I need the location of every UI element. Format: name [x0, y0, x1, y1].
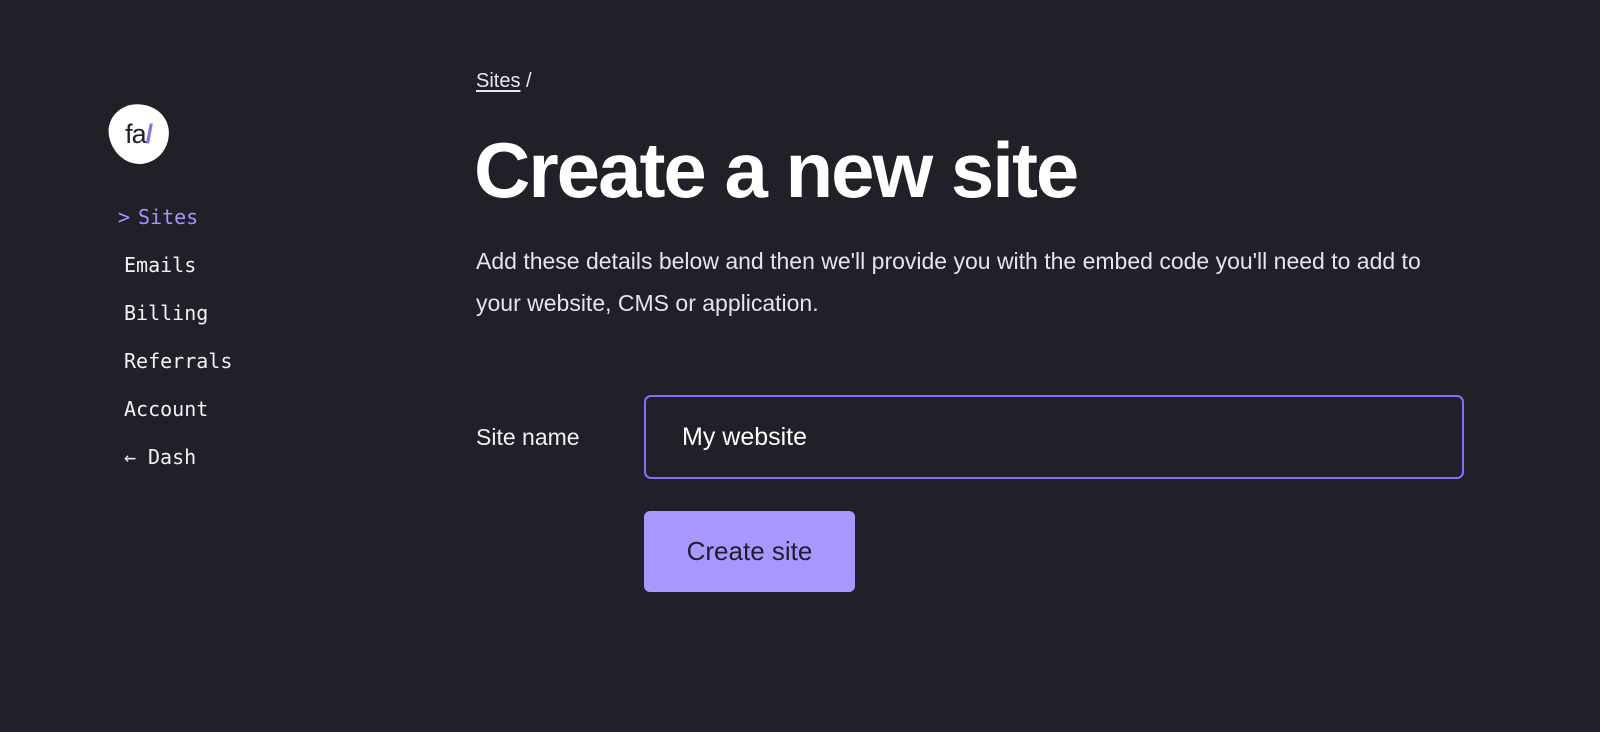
- sidebar-item-label: Billing: [124, 301, 209, 325]
- sidebar-item-sites[interactable]: > Sites: [118, 205, 232, 253]
- chevron-right-icon: >: [118, 205, 131, 229]
- arrow-left-icon: ←: [124, 445, 137, 469]
- sidebar-item-emails[interactable]: Emails: [118, 253, 232, 301]
- site-name-label: Site name: [476, 424, 580, 450]
- sidebar-item-account[interactable]: Account: [118, 397, 232, 445]
- logo[interactable]: fa/: [105, 100, 173, 168]
- breadcrumb-separator: /: [526, 70, 532, 92]
- create-site-button[interactable]: Create site: [644, 511, 855, 592]
- sidebar-nav: > Sites Emails Billing Referrals Account …: [118, 205, 232, 493]
- logo-text: fa/: [125, 118, 153, 149]
- sidebar-item-billing[interactable]: Billing: [118, 301, 232, 349]
- page-title: Create a new site: [474, 126, 1079, 214]
- sidebar-item-referrals[interactable]: Referrals: [118, 349, 232, 397]
- site-name-input[interactable]: [644, 395, 1464, 479]
- sidebar-item-label: Referrals: [124, 349, 233, 373]
- page: fa/ > Sites Emails Billing Referrals Acco…: [0, 0, 1600, 732]
- sidebar-item-label: Sites: [138, 205, 199, 229]
- breadcrumb: Sites /: [476, 70, 532, 93]
- page-description: Add these details below and then we'll p…: [476, 248, 1421, 316]
- sidebar-item-label: Account: [124, 397, 209, 421]
- sidebar-item-dash[interactable]: ← Dash: [118, 445, 232, 493]
- sidebar-item-label: Emails: [124, 253, 197, 277]
- breadcrumb-link-sites[interactable]: Sites: [476, 70, 520, 92]
- sidebar-item-label: Dash: [148, 445, 197, 469]
